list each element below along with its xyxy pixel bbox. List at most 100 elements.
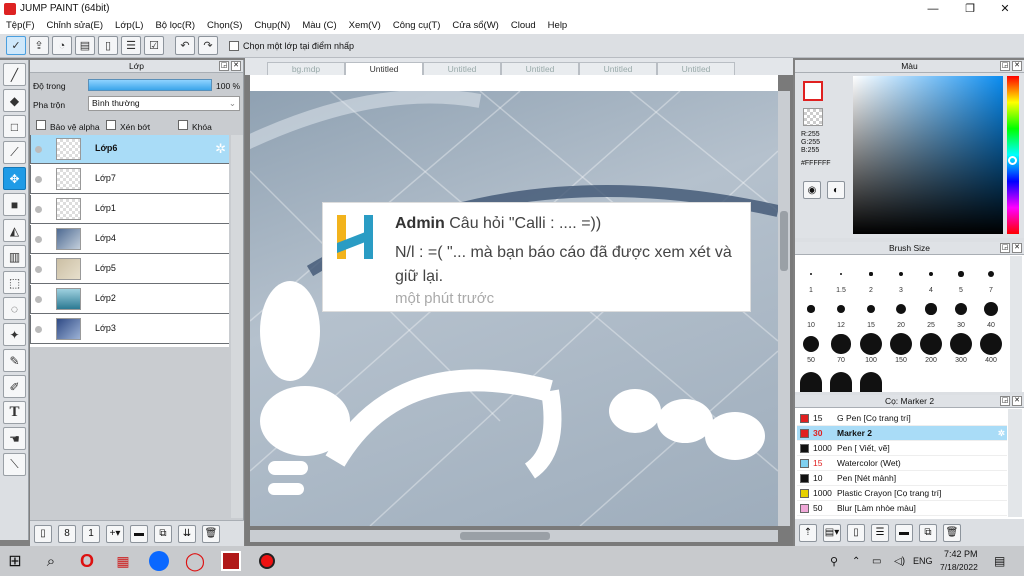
brush-size-dot[interactable] [837, 305, 845, 313]
opera-gx-icon[interactable]: ◯ [180, 546, 210, 576]
brush-size-dot[interactable] [800, 372, 822, 392]
new-layer-icon[interactable]: ▯ [34, 524, 52, 543]
foreground-color-swatch[interactable] [803, 81, 823, 101]
layer-row[interactable]: Lớp2 [30, 285, 229, 314]
protect-alpha-checkbox[interactable] [36, 120, 46, 130]
pen-dropdown-icon[interactable]: ▤▾ [823, 523, 841, 542]
opacity-slider[interactable] [88, 79, 212, 91]
layer-row[interactable]: Lớp4 [30, 225, 229, 254]
panel-close-icon[interactable]: ✕ [1012, 61, 1022, 71]
new-8bit-layer-icon[interactable]: 8 [58, 524, 76, 543]
message-icon[interactable]: ▤ [75, 36, 95, 55]
brush-size-dot[interactable] [950, 333, 972, 355]
brush-size-dot[interactable] [987, 270, 995, 278]
menu-help[interactable]: Help [548, 20, 568, 31]
app-grid-icon[interactable]: ▦ [108, 546, 138, 576]
trash-icon[interactable]: 🗑 [943, 523, 961, 542]
notification-popup[interactable]: Admin Câu hỏi "Calli : .... =)) N/l : =(… [322, 202, 751, 312]
pen-item[interactable]: 30 Marker 2 ✲ [797, 426, 1007, 441]
move-tool-icon[interactable]: ✥ [3, 167, 26, 190]
brush-size-dot[interactable] [807, 305, 815, 313]
checklist-icon[interactable]: ☑ [144, 36, 164, 55]
visibility-icon[interactable] [35, 266, 42, 273]
comment-icon[interactable]: ◔ [52, 36, 72, 55]
tab-bg[interactable]: bg.mdp [267, 62, 345, 75]
visibility-icon[interactable] [35, 146, 42, 153]
brush-tool-icon[interactable]: ╱ [3, 63, 26, 86]
language-indicator[interactable]: ENG [913, 556, 933, 566]
duplicate-layer-icon[interactable]: ⧉ [154, 524, 172, 543]
hue-slider[interactable] [1007, 76, 1019, 234]
undo-icon[interactable]: ↶ [175, 36, 195, 55]
visibility-icon[interactable] [35, 326, 42, 333]
brush-size-dot[interactable] [920, 333, 942, 355]
clock-date[interactable]: 7/18/2022 [940, 562, 978, 572]
brush-size-dot[interactable] [831, 334, 851, 354]
brush-size-dot[interactable] [954, 302, 968, 316]
magic-wand-icon[interactable]: ✦ [3, 323, 26, 346]
maximize-button[interactable]: ❐ [953, 0, 987, 17]
brush-size-dot[interactable] [895, 303, 907, 315]
pen-item[interactable]: 15 G Pen [Cọ trang trí] [797, 411, 1007, 426]
hand-tool-icon[interactable]: ☚ [3, 427, 26, 450]
menu-select[interactable]: Chọn(S) [207, 20, 242, 31]
tab-untitled[interactable]: Untitled [657, 62, 735, 75]
brush-size-dot[interactable] [925, 303, 937, 315]
bucket-tool-icon[interactable]: ◭ [3, 219, 26, 242]
scroll-thumb[interactable] [460, 532, 550, 540]
pen-scrollbar[interactable] [1008, 409, 1022, 517]
brush-size-dot[interactable] [802, 335, 820, 353]
pen-settings-icon[interactable]: ▯ [847, 523, 865, 542]
tab-untitled[interactable]: Untitled [423, 62, 501, 75]
clock-time[interactable]: 7:42 PM [944, 549, 978, 559]
brush-size-dot[interactable] [860, 372, 882, 392]
list-icon[interactable]: ☰ [121, 36, 141, 55]
check-icon[interactable]: ✓ [6, 36, 26, 55]
rectangle-tool-icon[interactable]: □ [3, 115, 26, 138]
minimize-button[interactable]: — [916, 0, 950, 17]
add-layer-dropdown-icon[interactable]: +▾ [106, 524, 124, 543]
brush-size-dot[interactable] [860, 333, 882, 355]
gradient-tool-icon[interactable]: ▥ [3, 245, 26, 268]
menu-window[interactable]: Cửa sổ(W) [452, 20, 498, 31]
chevron-up-icon[interactable]: ⌃ [852, 556, 860, 567]
panel-float-icon[interactable]: ◲ [1000, 243, 1010, 253]
layer-row[interactable]: Lớp1 [30, 195, 229, 224]
lasso-icon[interactable]: ◌ [3, 297, 26, 320]
gear-icon[interactable]: ✲ [215, 141, 226, 157]
menu-filter[interactable]: Bộ lọc(R) [155, 20, 195, 31]
brush-scrollbar[interactable] [1010, 256, 1022, 392]
menu-edit[interactable]: Chỉnh sửa(E) [47, 20, 104, 31]
notification-center-icon[interactable]: ▤ [994, 554, 1005, 568]
speaker-icon[interactable]: ◁) [894, 556, 905, 567]
pen-list-icon[interactable]: ☰ [871, 523, 889, 542]
brush-size-dot[interactable] [928, 271, 934, 277]
saturation-value-picker[interactable] [853, 76, 1003, 234]
blend-mode-select[interactable]: Bình thường ⌄ [88, 96, 240, 111]
tab-untitled[interactable]: Untitled [501, 62, 579, 75]
share-icon[interactable]: ⇪ [29, 36, 49, 55]
visibility-icon[interactable] [35, 296, 42, 303]
close-button[interactable]: ✕ [988, 0, 1022, 17]
select-rect-icon[interactable]: ⬚ [3, 271, 26, 294]
tab-untitled-active[interactable]: Untitled [345, 62, 423, 75]
clipping-checkbox[interactable] [106, 120, 116, 130]
windows-start-icon[interactable]: ⊞ [0, 546, 30, 576]
brush-size-dot[interactable] [958, 271, 964, 277]
select-eraser-icon[interactable]: ✐ [3, 375, 26, 398]
eraser-tool-icon[interactable]: ◆ [3, 89, 26, 112]
pen-item[interactable]: 15 Watercolor (Wet) [797, 456, 1007, 471]
text-tool-icon[interactable]: T [3, 401, 26, 424]
pen-item[interactable]: 1000 Pen [ Viết, vẽ] [797, 441, 1007, 456]
brush-size-dot[interactable] [839, 272, 843, 276]
menu-file[interactable]: Tệp(F) [6, 20, 35, 31]
layer-row[interactable]: Lớp6 ✲ [30, 135, 229, 164]
layer-row[interactable]: Lớp5 [30, 255, 229, 284]
panel-float-icon[interactable]: ◲ [219, 61, 229, 71]
brush-size-dot[interactable] [869, 272, 873, 276]
brush-size-dot[interactable] [866, 304, 876, 314]
transparent-swatch[interactable] [803, 108, 823, 126]
brush-size-dot[interactable] [899, 272, 903, 276]
record-icon[interactable] [252, 546, 282, 576]
brush-size-dot[interactable] [830, 372, 852, 392]
